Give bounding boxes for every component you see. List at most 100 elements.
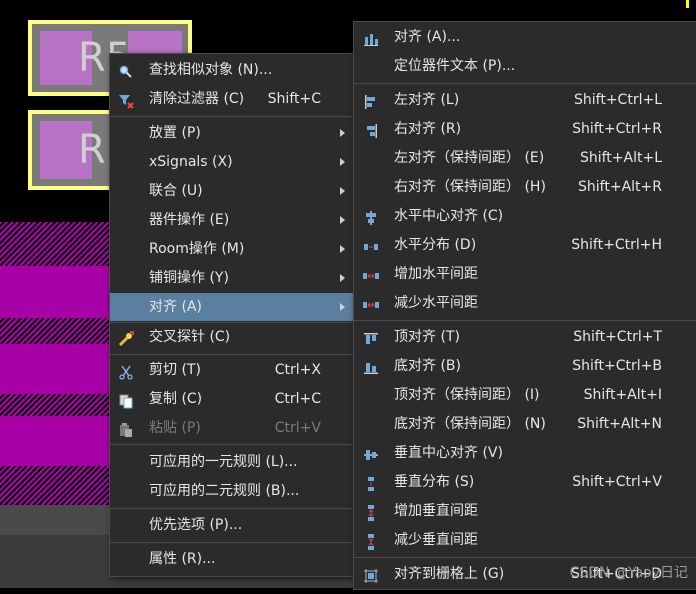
- submenu-item-label: 底对齐 (B): [394, 358, 461, 374]
- menu-item-label: 可应用的一元规则 (L)...: [149, 454, 298, 470]
- menu-item-room-actions[interactable]: Room操作 (M): [110, 235, 354, 263]
- menu-item-label: 器件操作 (E): [149, 212, 230, 228]
- menu-item-label: 清除过滤器 (C): [149, 91, 245, 107]
- copper-pour-solid: [0, 344, 120, 394]
- distribute-vertical-icon: [363, 474, 379, 491]
- submenu-item-label: 垂直中心对齐 (V): [394, 445, 503, 461]
- menu-item-preferences[interactable]: 优先选项 (P)...: [110, 511, 354, 539]
- submenu-item-label: 左对齐（保持间距） (E): [394, 150, 545, 166]
- menu-item-xsignals[interactable]: xSignals (X): [110, 148, 354, 176]
- menu-item-label: 可应用的二元规则 (B)...: [149, 483, 300, 499]
- submenu-item-label: 水平分布 (D): [394, 237, 477, 253]
- submenu-item-align-vertical-center[interactable]: 垂直中心对齐 (V): [354, 439, 696, 467]
- menu-item-component-actions[interactable]: 器件操作 (E): [110, 206, 354, 234]
- copper-pour-hatched: [0, 394, 120, 416]
- menu-item-find-similar[interactable]: 查找相似对象 (N)...: [110, 56, 354, 84]
- menu-item-label: 放置 (P): [149, 125, 201, 141]
- align-top-icon: [363, 329, 379, 345]
- submenu-item-shortcut: Shift+Ctrl+V: [572, 474, 662, 490]
- submenu-item-label: 底对齐（保持间距） (N): [394, 416, 546, 432]
- menu-separator: [354, 320, 696, 321]
- menu-item-polygon-actions[interactable]: 铺铜操作 (Y): [110, 264, 354, 292]
- menu-item-union[interactable]: 联合 (U): [110, 177, 354, 205]
- submenu-item-increase-vertical-spacing[interactable]: 增加垂直间距: [354, 497, 696, 525]
- align-submenu: 对齐 (A)... 定位器件文本 (P)... 左对齐 (L) Shift+Ct…: [353, 21, 696, 590]
- menu-item-shortcut: Ctrl+C: [274, 391, 321, 407]
- submenu-item-align-dialog[interactable]: 对齐 (A)...: [354, 23, 696, 51]
- submenu-item-shortcut: Shift+Ctrl+R: [572, 121, 662, 137]
- submenu-item-align-right[interactable]: 右对齐 (R) Shift+Ctrl+R: [354, 115, 696, 143]
- clear-filter-icon: [118, 91, 134, 109]
- menu-item-label: 属性 (R)...: [149, 551, 216, 567]
- menu-item-place[interactable]: 放置 (P): [110, 119, 354, 147]
- menu-item-shortcut: Ctrl+V: [274, 420, 321, 436]
- menu-item-label: 联合 (U): [149, 183, 203, 199]
- submenu-arrow-icon: [340, 216, 345, 224]
- menu-item-copy[interactable]: 复制 (C) Ctrl+C: [110, 385, 354, 413]
- submenu-item-label: 右对齐 (R): [394, 121, 462, 137]
- menu-separator: [354, 557, 696, 558]
- menu-item-label: 复制 (C): [149, 391, 203, 407]
- align-vertical-center-icon: [363, 445, 379, 461]
- menu-item-label: 对齐 (A): [149, 299, 202, 315]
- cross-probe-icon: [118, 329, 134, 347]
- submenu-item-align-left[interactable]: 左对齐 (L) Shift+Ctrl+L: [354, 86, 696, 114]
- submenu-item-align-top[interactable]: 顶对齐 (T) Shift+Ctrl+T: [354, 323, 696, 351]
- copper-pour-hatched: [0, 318, 120, 344]
- menu-item-cross-probe[interactable]: 交叉探针 (C): [110, 323, 354, 351]
- submenu-item-decrease-vertical-spacing[interactable]: 减少垂直间距: [354, 526, 696, 554]
- submenu-item-shortcut: Shift+Ctrl+T: [573, 329, 662, 345]
- submenu-item-shortcut: Shift+Alt+N: [577, 416, 662, 432]
- submenu-item-label: 对齐 (A)...: [394, 29, 461, 45]
- submenu-item-label: 顶对齐（保持间距） (I): [394, 387, 540, 403]
- submenu-item-label: 顶对齐 (T): [394, 329, 460, 345]
- distribute-horizontal-icon: [363, 237, 379, 253]
- scissors-icon: [118, 362, 134, 380]
- submenu-item-label: 减少垂直间距: [394, 532, 478, 548]
- menu-item-properties[interactable]: 属性 (R)...: [110, 545, 354, 573]
- canvas-marker: [686, 0, 689, 8]
- submenu-item-align-horizontal-center[interactable]: 水平中心对齐 (C): [354, 202, 696, 230]
- submenu-item-distribute-vertical[interactable]: 垂直分布 (S) Shift+Ctrl+V: [354, 468, 696, 496]
- align-to-grid-icon: [363, 566, 379, 583]
- menu-item-unary-rules[interactable]: 可应用的一元规则 (L)...: [110, 448, 354, 476]
- submenu-item-label: 增加水平间距: [394, 266, 478, 282]
- context-menu: 查找相似对象 (N)... 清除过滤器 (C) Shift+C 放置 (P) x…: [109, 53, 355, 577]
- paste-icon: [118, 420, 134, 437]
- menu-item-label: 优先选项 (P)...: [149, 517, 243, 533]
- menu-item-shortcut: Shift+C: [267, 91, 321, 107]
- submenu-item-align-left-keep-spacing[interactable]: 左对齐（保持间距） (E) Shift+Alt+L: [354, 144, 696, 172]
- menu-item-paste[interactable]: 粘贴 (P) Ctrl+V: [110, 414, 354, 442]
- submenu-item-align-top-keep-spacing[interactable]: 顶对齐（保持间距） (I) Shift+Alt+I: [354, 381, 696, 409]
- submenu-item-align-bottom-keep-spacing[interactable]: 底对齐（保持间距） (N) Shift+Alt+N: [354, 410, 696, 438]
- submenu-item-align-bottom[interactable]: 底对齐 (B) Shift+Ctrl+B: [354, 352, 696, 380]
- menu-item-align[interactable]: 对齐 (A): [110, 293, 354, 321]
- submenu-item-distribute-horizontal[interactable]: 水平分布 (D) Shift+Ctrl+H: [354, 231, 696, 259]
- menu-item-label: 查找相似对象 (N)...: [149, 62, 273, 78]
- submenu-item-shortcut: Shift+Alt+I: [583, 387, 662, 403]
- copper-pour-hatched: [0, 222, 120, 266]
- submenu-item-label: 左对齐 (L): [394, 92, 460, 108]
- menu-item-binary-rules[interactable]: 可应用的二元规则 (B)...: [110, 477, 354, 505]
- align-right-icon: [363, 121, 379, 138]
- submenu-item-align-right-keep-spacing[interactable]: 右对齐（保持间距） (H) Shift+Alt+R: [354, 173, 696, 201]
- submenu-item-decrease-horizontal-spacing[interactable]: 减少水平间距: [354, 289, 696, 317]
- menu-separator: [110, 508, 354, 509]
- menu-item-shortcut: Ctrl+X: [274, 362, 321, 378]
- submenu-item-position-text[interactable]: 定位器件文本 (P)...: [354, 52, 696, 80]
- submenu-item-label: 水平中心对齐 (C): [394, 208, 504, 224]
- menu-item-label: 粘贴 (P): [149, 420, 201, 436]
- submenu-item-label: 定位器件文本 (P)...: [394, 58, 516, 74]
- align-bottom-icon: [363, 358, 379, 374]
- submenu-item-label: 右对齐（保持间距） (H): [394, 179, 546, 195]
- search-icon: [118, 62, 134, 78]
- menu-item-clear-filter[interactable]: 清除过滤器 (C) Shift+C: [110, 85, 354, 113]
- menu-item-cut[interactable]: 剪切 (T) Ctrl+X: [110, 356, 354, 384]
- submenu-arrow-icon: [340, 187, 345, 195]
- menu-separator: [110, 116, 354, 117]
- copper-pour-hatched: [0, 466, 120, 505]
- menu-separator: [110, 354, 354, 355]
- submenu-arrow-icon: [340, 158, 345, 166]
- submenu-item-increase-horizontal-spacing[interactable]: 增加水平间距: [354, 260, 696, 288]
- increase-horizontal-spacing-icon: [363, 266, 379, 282]
